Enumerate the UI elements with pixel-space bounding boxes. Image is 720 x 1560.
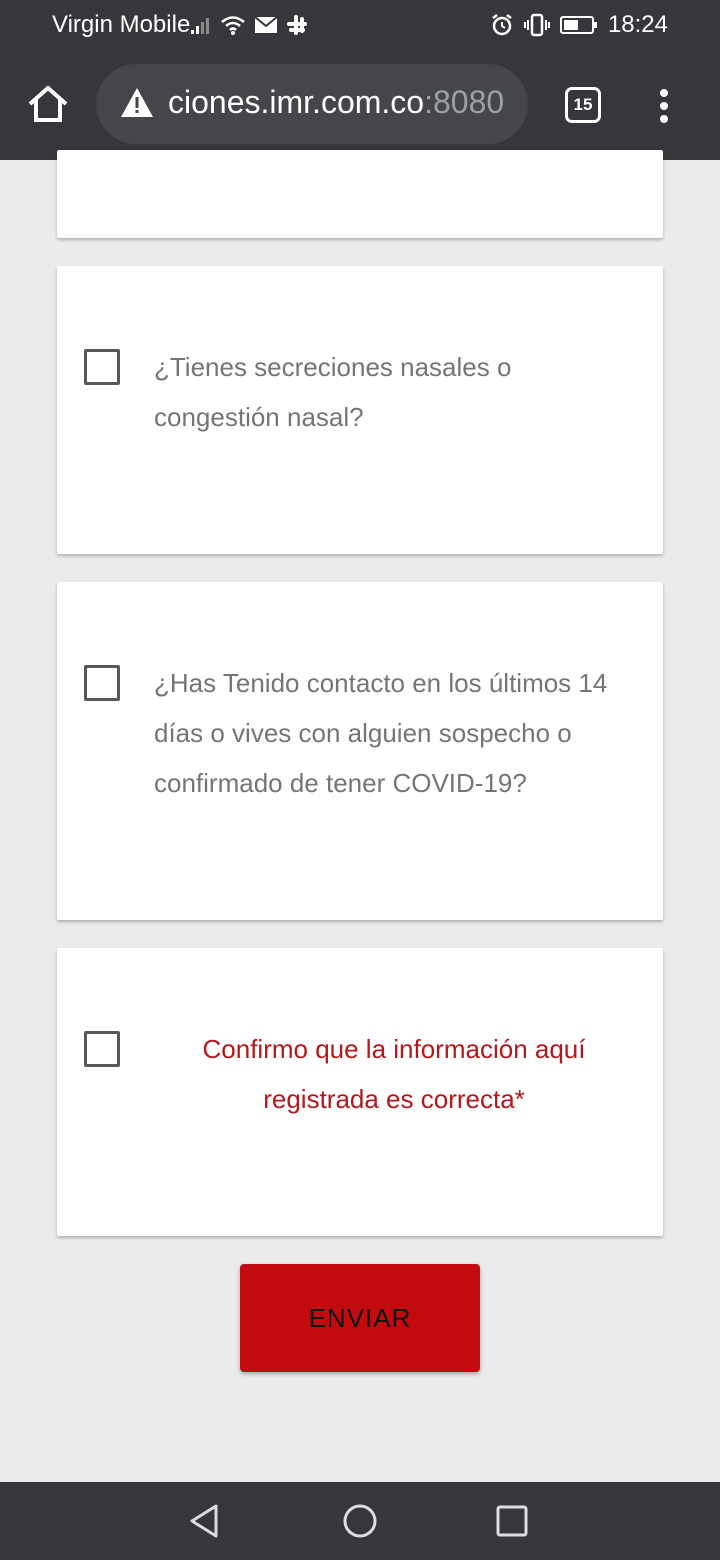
tab-switcher-button[interactable]: 15 bbox=[565, 87, 601, 123]
checkbox-covid-contact[interactable] bbox=[84, 665, 120, 701]
recents-icon[interactable] bbox=[493, 1502, 531, 1540]
question-label-contact: ¿Has Tenido contacto en los últimos 14 d… bbox=[154, 668, 608, 798]
carrier-name: Virgin Mobile bbox=[52, 11, 191, 38]
previous-question-card bbox=[57, 150, 663, 238]
status-bar: Virgin Mobile 18:24 bbox=[0, 0, 720, 50]
confirmation-label: Confirmo que la información aquí registr… bbox=[202, 1034, 586, 1114]
overflow-menu-icon[interactable] bbox=[650, 86, 678, 126]
slack-icon bbox=[287, 15, 307, 35]
address-bar[interactable]: ciones.imr.com.co:8080 bbox=[96, 64, 528, 144]
confirmation-card: Confirmo que la información aquí registr… bbox=[57, 948, 663, 1236]
battery-icon bbox=[559, 16, 597, 34]
vibrate-icon bbox=[523, 13, 550, 37]
alarm-icon bbox=[492, 14, 512, 36]
url-port: :8080 bbox=[424, 84, 505, 120]
clock: 18:24 bbox=[607, 11, 668, 38]
submit-button[interactable]: ENVIAR bbox=[240, 1264, 480, 1372]
signal-icon bbox=[191, 18, 209, 34]
back-icon[interactable] bbox=[186, 1502, 224, 1540]
url-host: ciones.imr.com.co bbox=[168, 84, 425, 120]
checkbox-confirm-info[interactable] bbox=[84, 1031, 120, 1067]
question-card-contact: ¿Has Tenido contacto en los últimos 14 d… bbox=[57, 582, 663, 920]
tab-count: 15 bbox=[573, 95, 593, 114]
home-icon[interactable] bbox=[24, 80, 72, 128]
question-card-nasal: ¿Tienes secreciones nasales o congestión… bbox=[57, 266, 663, 554]
wifi-icon bbox=[221, 16, 245, 35]
checkbox-nasal-congestion[interactable] bbox=[84, 349, 120, 385]
question-label-nasal: ¿Tienes secreciones nasales o congestión… bbox=[154, 352, 512, 432]
home-circle-icon[interactable] bbox=[341, 1502, 379, 1540]
mail-icon bbox=[254, 16, 278, 33]
warning-icon[interactable] bbox=[120, 86, 154, 120]
browser-toolbar: ciones.imr.com.co:8080 15 bbox=[0, 50, 720, 160]
system-nav-bar bbox=[0, 1482, 720, 1560]
url-text[interactable]: ciones.imr.com.co:8080 bbox=[168, 84, 504, 121]
